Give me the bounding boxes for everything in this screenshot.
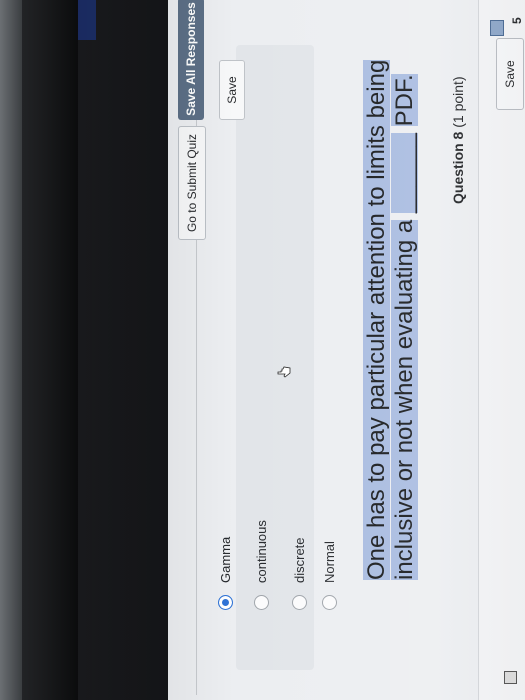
question-blank: ______ xyxy=(391,133,418,214)
option-label: Gamma xyxy=(218,536,233,583)
option-label: discrete xyxy=(292,537,307,583)
radio-continuous[interactable] xyxy=(254,595,269,610)
radio-normal[interactable] xyxy=(322,595,337,610)
photo-frame: 5 Save Question 8 (1 point) One has to p… xyxy=(0,0,525,700)
option-gamma[interactable]: Gamma xyxy=(218,537,233,610)
save-button[interactable]: Save xyxy=(219,60,245,120)
radio-gamma-selected[interactable] xyxy=(218,595,233,610)
question-tail: PDF. xyxy=(391,74,418,127)
dark-footer-strip xyxy=(78,0,168,700)
accent-strip xyxy=(78,0,96,40)
question-points: (1 point) xyxy=(450,76,466,128)
save-button-top[interactable]: Save xyxy=(496,38,524,110)
screen: 5 Save Question 8 (1 point) One has to p… xyxy=(78,0,525,700)
go-to-submit-quiz-button[interactable]: Go to Submit Quiz xyxy=(178,126,206,240)
option-label: Normal xyxy=(322,541,337,583)
corner-icon xyxy=(504,671,517,684)
save-all-responses-button[interactable]: Save All Responses xyxy=(178,0,204,120)
radio-discrete[interactable] xyxy=(292,595,307,610)
question-title: Question 8 xyxy=(450,131,466,204)
hand-pointer-icon xyxy=(277,366,291,378)
option-label: continuous xyxy=(254,520,269,583)
quiz-page: 5 Save Question 8 (1 point) One has to p… xyxy=(78,0,525,700)
bottom-buttons: Save All Responses Go to Submit Quiz xyxy=(166,0,206,240)
option-normal[interactable]: Normal xyxy=(322,541,337,610)
laptop-bezel xyxy=(0,0,78,700)
option-discrete[interactable]: discrete xyxy=(292,537,307,610)
flag-icon[interactable] xyxy=(490,20,504,36)
question-prompt: One has to pay particular attention to l… xyxy=(363,10,419,580)
bezel-edge xyxy=(0,0,22,700)
question-header: Question 8 (1 point) xyxy=(450,76,466,204)
question-number: 5 xyxy=(510,17,524,24)
option-continuous[interactable]: continuous xyxy=(254,520,269,610)
